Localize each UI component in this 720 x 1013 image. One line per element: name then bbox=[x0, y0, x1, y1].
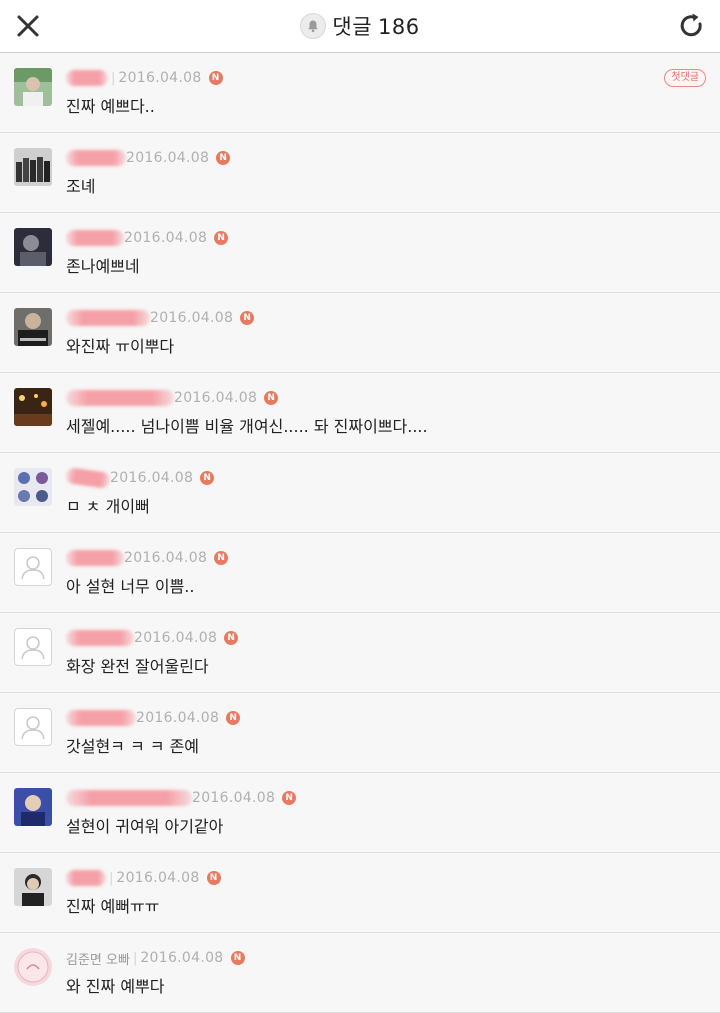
comment-date: 2016.04.08 bbox=[124, 230, 208, 246]
comment-count: 186 bbox=[378, 15, 420, 39]
comment-text: 아 설현 너무 이쁨.. bbox=[66, 577, 195, 596]
comment-date: 2016.04.08 bbox=[118, 70, 202, 86]
comment-row[interactable]: 김준면 오빠 | 2016.04.08 N 와 진짜 예뿌다 bbox=[0, 933, 720, 1013]
page-title-wrap: 댓글 186 bbox=[0, 0, 720, 52]
nickname-redaction bbox=[65, 467, 111, 489]
nickname-redaction bbox=[66, 790, 192, 806]
nickname-redaction bbox=[66, 870, 106, 886]
comment-meta: 2016.04.08 N bbox=[66, 787, 297, 809]
default-avatar-icon[interactable] bbox=[14, 548, 52, 586]
new-badge: N bbox=[230, 951, 245, 965]
new-badge: N bbox=[208, 71, 223, 85]
new-badge: N bbox=[214, 551, 229, 565]
comment-meta: 김준면 오빠 | 2016.04.08 N bbox=[66, 947, 245, 969]
comment-row[interactable]: 2016.04.08 N 화장 완전 잘어울린다 bbox=[0, 613, 720, 693]
comment-row[interactable]: 2016.04.08 N 세젤예..... 넘나이쁨 비율 개여신..... 돠… bbox=[0, 373, 720, 453]
avatar[interactable] bbox=[14, 68, 52, 106]
comment-date: 2016.04.08 bbox=[126, 150, 210, 166]
nickname-redaction bbox=[66, 310, 150, 326]
comment-meta: 2016.04.08 N bbox=[66, 307, 255, 329]
comment-meta: | 2016.04.08 N bbox=[66, 867, 221, 889]
comment-date: 2016.04.08 bbox=[110, 470, 194, 486]
comment-row[interactable]: 2016.04.08 N 존나예쁘네 bbox=[0, 213, 720, 293]
comment-text: 세젤예..... 넘나이쁨 비율 개여신..... 돠 진짜이쁘다.... bbox=[66, 417, 428, 436]
new-badge: N bbox=[282, 791, 297, 805]
comment-text: 진짜 예쁘다.. bbox=[66, 97, 155, 116]
comment-row[interactable]: 2016.04.08 N 갓설현ㅋ ㅋ ㅋ 존예 bbox=[0, 693, 720, 773]
new-badge: N bbox=[240, 311, 255, 325]
comment-meta: 2016.04.08 N bbox=[66, 227, 229, 249]
avatar[interactable] bbox=[14, 868, 52, 906]
avatar[interactable] bbox=[14, 308, 52, 346]
comment-meta: | 2016.04.08 N bbox=[66, 67, 223, 89]
comment-date: 2016.04.08 bbox=[192, 790, 276, 806]
comment-meta: 2016.04.08 N bbox=[66, 707, 241, 729]
comment-date: 2016.04.08 bbox=[140, 950, 224, 966]
avatar[interactable] bbox=[14, 388, 52, 426]
refresh-icon[interactable] bbox=[676, 10, 708, 42]
comment-row[interactable]: | 2016.04.08 N 진짜 예뻐ㅠㅠ bbox=[0, 853, 720, 933]
new-badge: N bbox=[216, 151, 231, 165]
comment-row[interactable]: 2016.04.08 N 설현이 귀여워 아기같아 bbox=[0, 773, 720, 853]
first-comment-badge: 첫댓글 bbox=[664, 69, 706, 87]
comment-text: 와 진짜 예뿌다 bbox=[66, 977, 165, 996]
comment-date: 2016.04.08 bbox=[134, 630, 218, 646]
comment-text: 화장 완전 잘어울린다 bbox=[66, 657, 209, 676]
comment-row[interactable]: | 2016.04.08 N 첫댓글 진짜 예쁘다.. bbox=[0, 53, 720, 133]
comment-date: 2016.04.08 bbox=[150, 310, 234, 326]
nickname-redaction bbox=[66, 70, 108, 86]
comment-date: 2016.04.08 bbox=[174, 390, 258, 406]
avatar[interactable] bbox=[14, 228, 52, 266]
new-badge: N bbox=[214, 231, 229, 245]
comment-list: | 2016.04.08 N 첫댓글 진짜 예쁘다.. 2016.04.08 N… bbox=[0, 53, 720, 1013]
comment-row[interactable]: 2016.04.08 N ㅁ ㅊ 개이뻐 bbox=[0, 453, 720, 533]
new-badge: N bbox=[226, 711, 241, 725]
comment-meta: 2016.04.08 N bbox=[66, 147, 231, 169]
comment-meta: 2016.04.08 N bbox=[65, 467, 215, 489]
comment-meta: 2016.04.08 N bbox=[66, 387, 279, 409]
comment-date: 2016.04.08 bbox=[116, 870, 200, 886]
comment-text: 조녜 bbox=[66, 177, 96, 196]
comment-text: 갓설현ㅋ ㅋ ㅋ 존예 bbox=[66, 737, 200, 756]
default-avatar-icon[interactable] bbox=[14, 628, 52, 666]
nickname-redaction bbox=[66, 630, 134, 646]
meta-divider: | bbox=[109, 870, 114, 886]
default-avatar-icon[interactable] bbox=[14, 708, 52, 746]
nickname-redaction bbox=[66, 390, 174, 406]
comment-text: 존나예쁘네 bbox=[66, 257, 140, 276]
meta-divider: | bbox=[111, 70, 116, 86]
bell-icon[interactable] bbox=[300, 13, 327, 39]
comment-date: 2016.04.08 bbox=[136, 710, 220, 726]
comment-row[interactable]: 2016.04.08 N 와진짜 ㅠ이뿌다 bbox=[0, 293, 720, 373]
comment-text: 설현이 귀여워 아기같아 bbox=[66, 817, 224, 836]
comment-text: 와진짜 ㅠ이뿌다 bbox=[66, 337, 175, 356]
avatar[interactable] bbox=[14, 948, 52, 986]
top-bar: 댓글 186 bbox=[0, 0, 720, 53]
new-badge: N bbox=[224, 631, 239, 645]
nickname-redaction bbox=[66, 230, 124, 246]
new-badge: N bbox=[264, 391, 279, 405]
nickname-redaction bbox=[66, 550, 124, 566]
avatar[interactable] bbox=[14, 788, 52, 826]
new-badge: N bbox=[200, 471, 215, 485]
title-label: 댓글 bbox=[332, 15, 373, 39]
comment-meta: 2016.04.08 N bbox=[66, 547, 229, 569]
nickname-redaction bbox=[66, 150, 126, 166]
nickname-redaction bbox=[66, 710, 136, 726]
meta-divider: | bbox=[132, 950, 138, 966]
comment-meta: 2016.04.08 N bbox=[66, 627, 239, 649]
nickname: 김준면 오빠 bbox=[66, 952, 130, 968]
page-title: 댓글 186 bbox=[332, 11, 419, 41]
comment-row[interactable]: 2016.04.08 N 조녜 bbox=[0, 133, 720, 213]
new-badge: N bbox=[206, 871, 221, 885]
avatar[interactable] bbox=[14, 148, 52, 186]
comment-date: 2016.04.08 bbox=[124, 550, 208, 566]
comment-row[interactable]: 2016.04.08 N 아 설현 너무 이쁨.. bbox=[0, 533, 720, 613]
comment-text: 진짜 예뻐ㅠㅠ bbox=[66, 897, 160, 916]
avatar[interactable] bbox=[14, 468, 52, 506]
comment-text: ㅁ ㅊ 개이뻐 bbox=[66, 497, 150, 516]
